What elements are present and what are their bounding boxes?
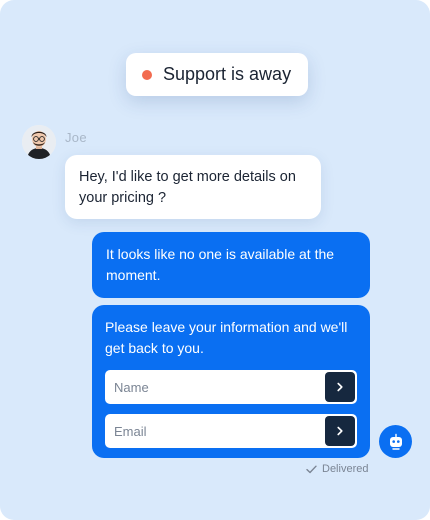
name-field[interactable]: [105, 370, 324, 404]
email-submit-button[interactable]: [325, 416, 355, 446]
chatbot-button[interactable]: [379, 425, 412, 458]
outgoing-message: Please leave your information and we'll …: [105, 319, 348, 356]
checkmark-icon: [306, 465, 317, 473]
name-submit-button[interactable]: [325, 372, 355, 402]
incoming-message: Hey, I'd like to get more details on you…: [65, 155, 321, 219]
outgoing-message: It looks like no one is available at the…: [92, 232, 370, 298]
email-field[interactable]: [105, 414, 324, 448]
delivery-status-label: Delivered: [322, 463, 369, 475]
chat-panel: Support is away Joe Hey, I'd like to get…: [0, 0, 430, 520]
avatar: [22, 125, 56, 159]
robot-icon: [389, 433, 402, 450]
chevron-right-icon: [337, 426, 343, 436]
name-field-container: [105, 370, 357, 404]
sender-name: Joe: [65, 130, 87, 145]
status-badge: Support is away: [126, 53, 308, 96]
status-dot: [142, 69, 152, 80]
chevron-right-icon: [337, 382, 343, 392]
avatar-image: [22, 125, 56, 159]
email-field-container: [105, 414, 357, 448]
delivery-status: Delivered: [306, 463, 368, 475]
contact-form-message: Please leave your information and we'll …: [92, 305, 370, 458]
status-label: Support is away: [163, 64, 292, 84]
